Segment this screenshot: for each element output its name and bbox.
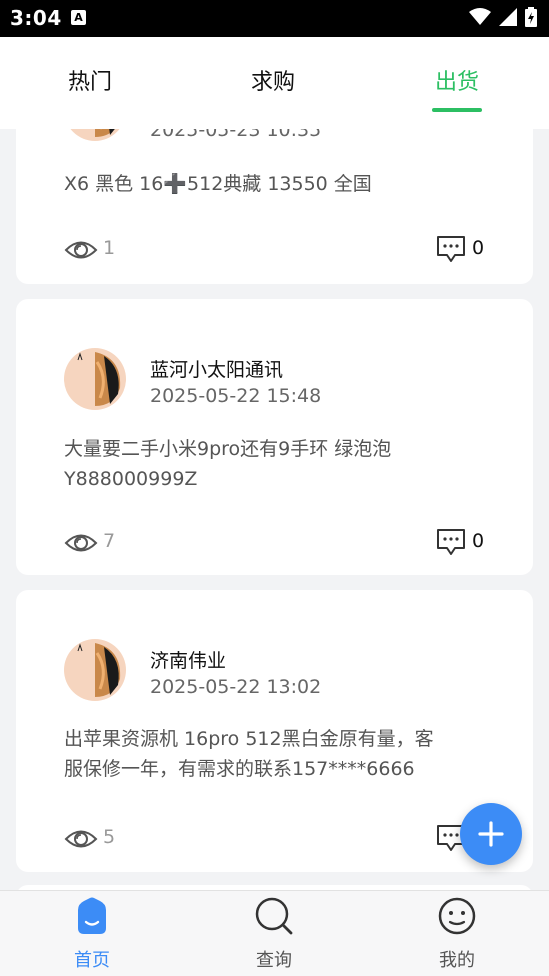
- profile-icon: [438, 897, 476, 935]
- nav-item-search[interactable]: 查询: [214, 891, 334, 976]
- home-icon: [78, 897, 106, 934]
- wifi-icon: [469, 8, 491, 25]
- post-text-line: 服保修一年，有需求的联系157****6666: [64, 758, 415, 780]
- post-text: X6 黑色 16➕512典藏 13550 全国: [64, 173, 372, 195]
- avatar[interactable]: [64, 348, 126, 410]
- post-feed[interactable]: 2025-05-23 10:35 X6 黑色 16➕512典藏 13550 全国…: [0, 129, 549, 890]
- eye-icon: [64, 830, 98, 848]
- user-name[interactable]: 济南伟业: [150, 646, 226, 673]
- avatar[interactable]: [64, 639, 126, 701]
- post-text-line: 大量要二手小米9pro还有9手环 绿泡泡: [64, 438, 392, 460]
- post-time: 2025-05-22 15:48: [150, 385, 322, 407]
- post-text-line: 出苹果资源机 16pro 512黑白金原有量，客: [64, 728, 434, 750]
- nav-label: 我的: [439, 950, 475, 971]
- view-count: 7: [103, 530, 116, 552]
- nav-item-home[interactable]: 首页: [32, 891, 152, 976]
- view-count: 5: [103, 826, 116, 848]
- battery-icon: [525, 7, 537, 27]
- top-tab-bar: 热门 求购 出货: [0, 37, 549, 129]
- tab-selling[interactable]: 出货: [435, 64, 479, 96]
- post-text: 出苹果资源机 16pro 512黑白金原有量，客 服保修一年，有需求的联系157…: [64, 724, 494, 784]
- avatar[interactable]: [64, 129, 126, 141]
- bottom-nav: 首页 查询 我的: [0, 890, 549, 976]
- active-tab-indicator: [432, 108, 482, 112]
- status-bar: 3:04 A: [0, 0, 549, 37]
- post-card[interactable]: 济南伟业 2025-05-22 13:02 出苹果资源机 16pro 512黑白…: [16, 590, 533, 872]
- eye-icon: [64, 241, 98, 259]
- signal-icon: [499, 8, 517, 26]
- post-text-line: Y888000999Z: [64, 468, 198, 490]
- tab-buy-request[interactable]: 求购: [251, 64, 295, 96]
- nav-label: 查询: [256, 950, 292, 971]
- post-card[interactable]: 2025-05-23 10:35 X6 黑色 16➕512典藏 13550 全国…: [16, 129, 533, 284]
- nav-item-profile[interactable]: 我的: [397, 891, 517, 976]
- comment-icon[interactable]: [436, 235, 466, 263]
- post-time: 2025-05-23 10:35: [150, 129, 322, 141]
- add-post-button[interactable]: [460, 803, 522, 865]
- post-card[interactable]: 蓝河小太阳通讯 2025-05-22 15:48 大量要二手小米9pro还有9手…: [16, 299, 533, 575]
- search-icon: [255, 897, 293, 935]
- view-count: 1: [103, 237, 116, 259]
- notification-icon: A: [71, 10, 86, 25]
- post-time: 2025-05-22 13:02: [150, 676, 322, 698]
- status-time: 3:04: [10, 6, 62, 30]
- status-icons: [469, 7, 537, 27]
- user-name[interactable]: 蓝河小太阳通讯: [150, 355, 283, 382]
- comment-count: 0: [472, 237, 485, 259]
- eye-icon: [64, 534, 98, 552]
- comment-icon[interactable]: [436, 528, 466, 556]
- post-text: 大量要二手小米9pro还有9手环 绿泡泡 Y888000999Z: [64, 434, 494, 494]
- tab-hot[interactable]: 热门: [68, 64, 112, 96]
- comment-count: 0: [472, 530, 485, 552]
- nav-label: 首页: [74, 950, 110, 971]
- plus-icon: [478, 821, 504, 847]
